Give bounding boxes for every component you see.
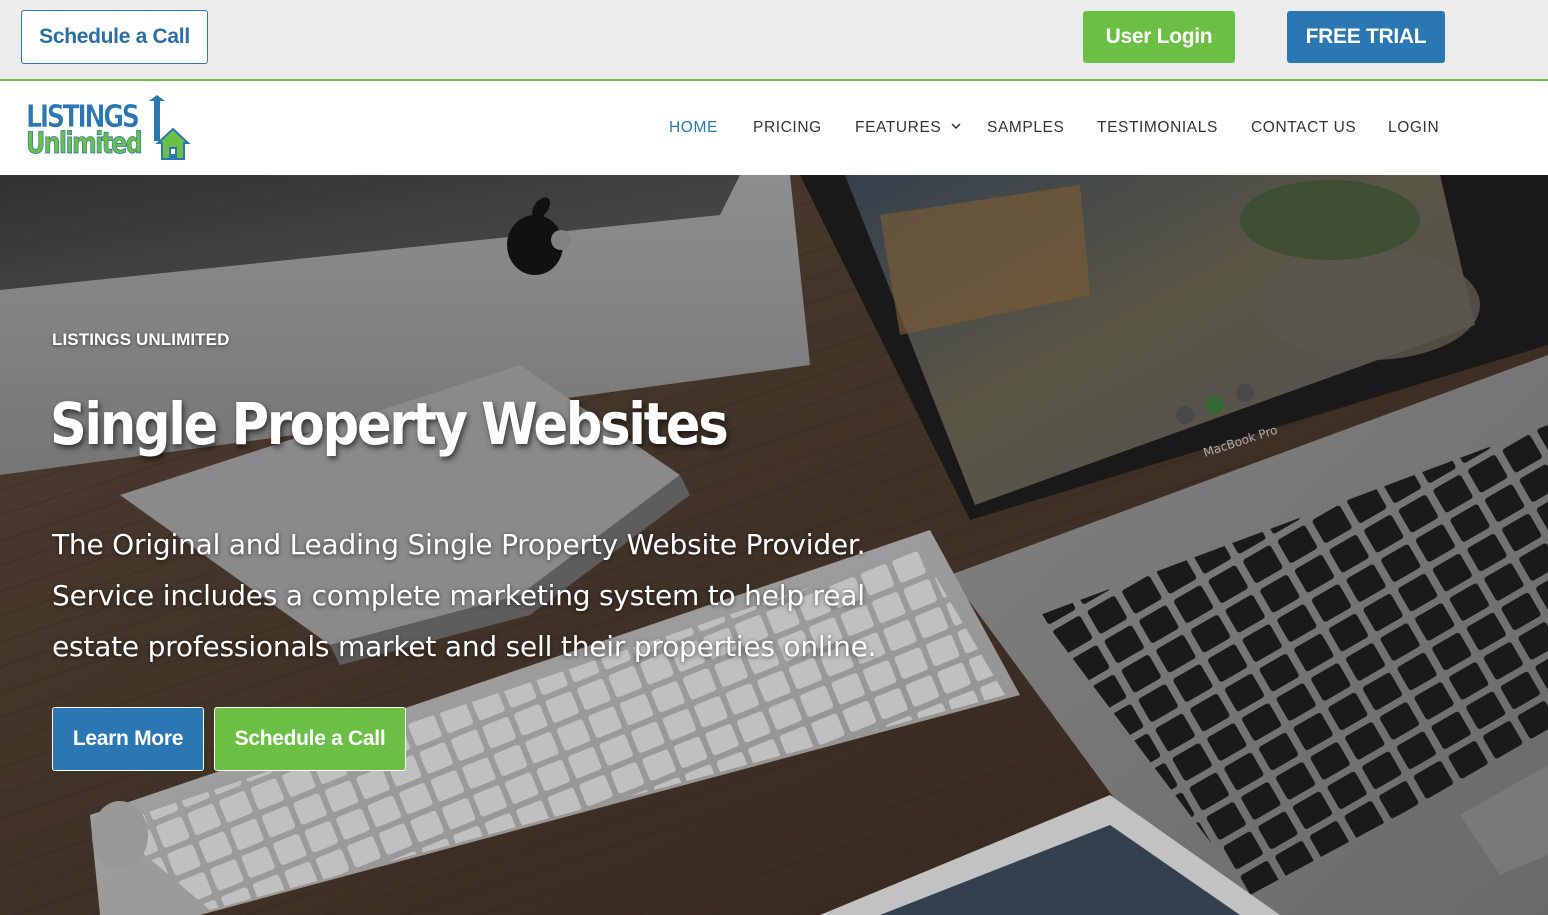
hero-section: MacBook Pro LISTINGS UNLIMITED Single Pr… [0,175,1548,915]
nav-features-label: FEATURES [855,119,942,136]
nav-features[interactable]: FEATURES [855,119,961,137]
learn-more-button[interactable]: Learn More [52,707,204,771]
nav-samples[interactable]: SAMPLES [987,119,1064,137]
schedule-call-button-top[interactable]: Schedule a Call [21,10,208,64]
main-nav: HOME PRICING FEATURES SAMPLES TESTIMONIA… [0,81,1548,175]
nav-home[interactable]: HOME [669,119,718,137]
hero-description-line: Service includes a complete marketing sy… [52,579,865,612]
nav-login[interactable]: LOGIN [1388,119,1439,137]
schedule-call-button-hero[interactable]: Schedule a Call [214,707,406,771]
site-header: LISTINGS Unlimited HOME PRICING FEATURES… [0,81,1548,175]
hero-title: Single Property Websites [50,390,729,458]
nav-pricing[interactable]: PRICING [753,119,822,137]
top-utility-bar: Schedule a Call User Login FREE TRIAL [0,0,1548,81]
user-login-button[interactable]: User Login [1083,11,1235,63]
hero-description-line: estate professionals market and sell the… [52,630,877,663]
free-trial-button[interactable]: FREE TRIAL [1287,11,1445,63]
nav-contact-us[interactable]: CONTACT US [1251,119,1356,137]
nav-testimonials[interactable]: TESTIMONIALS [1097,119,1218,137]
hero-eyebrow: LISTINGS UNLIMITED [52,330,230,349]
hero-description-line: The Original and Leading Single Property… [52,528,866,561]
hero-description: The Original and Leading Single Property… [52,519,972,672]
chevron-down-icon [951,123,961,130]
